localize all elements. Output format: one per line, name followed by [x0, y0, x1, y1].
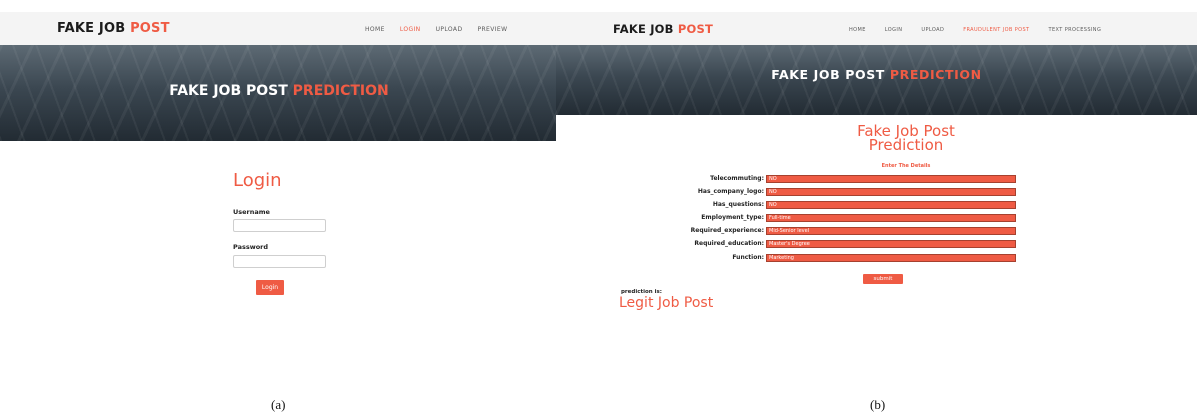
- login-button[interactable]: Login: [256, 280, 284, 295]
- required-experience-select[interactable]: Mid-Senior level: [766, 227, 1016, 235]
- has-questions-label: Has_questions:: [712, 201, 764, 208]
- hero-title-accent: PREDICTION: [292, 83, 389, 99]
- hero-banner: FAKE JOB POST PREDICTION: [0, 45, 558, 141]
- logo-text: FAKE JOB: [613, 22, 674, 36]
- has-questions-select[interactable]: NO: [766, 201, 1016, 209]
- form-row-required-education: Required_education:: [556, 240, 764, 248]
- function-select[interactable]: Marketing: [766, 254, 1016, 262]
- form-row-questions: Has_questions:: [556, 201, 764, 209]
- navbar: FAKE JOB POST HOME LOGIN UPLOAD FRAUDULE…: [556, 12, 1197, 45]
- username-label: Username: [233, 208, 270, 216]
- form-row-required-experience: Required_experience:: [556, 227, 764, 235]
- prediction-title: Fake Job Post Prediction: [756, 124, 1056, 154]
- prediction-page-panel: FAKE JOB POST HOME LOGIN UPLOAD FRAUDULE…: [556, 0, 1197, 395]
- form-row-telecommuting: Telecommuting:: [556, 175, 764, 183]
- has-company-logo-select[interactable]: NO: [766, 188, 1016, 196]
- nav-menu: HOME LOGIN UPLOAD FRAUDULENT JOB POST TE…: [849, 27, 1120, 33]
- hero-banner: FAKE JOB POST PREDICTION: [556, 45, 1197, 115]
- telecommuting-label: Telecommuting:: [710, 175, 764, 182]
- nav-upload[interactable]: UPLOAD: [436, 26, 463, 33]
- submit-button[interactable]: submit: [863, 274, 903, 284]
- logo-accent-text: POST: [130, 21, 170, 36]
- site-logo[interactable]: FAKE JOB POST: [613, 22, 713, 36]
- nav-login[interactable]: LOGIN: [400, 26, 421, 33]
- form-row-employment-type: Employment_type:: [556, 214, 764, 222]
- required-education-select[interactable]: Master's Degree: [766, 240, 1016, 248]
- hero-title-text: FAKE JOB POST: [169, 83, 288, 99]
- password-label: Password: [233, 243, 269, 251]
- nav-preview[interactable]: PREVIEW: [477, 26, 507, 33]
- enter-details-heading: Enter The Details: [881, 163, 931, 169]
- prediction-title-line2: Prediction: [868, 136, 944, 154]
- nav-fraudulent-job-post[interactable]: FRAUDULENT JOB POST: [963, 27, 1029, 33]
- logo-text: FAKE JOB: [57, 21, 126, 36]
- caption-a: (a): [271, 397, 286, 412]
- nav-text-processing[interactable]: TEXT PROCESSING: [1049, 27, 1102, 33]
- caption-b: (b): [870, 397, 886, 412]
- hero-title: FAKE JOB POST PREDICTION: [556, 67, 1197, 82]
- nav-upload[interactable]: UPLOAD: [921, 27, 944, 33]
- username-input[interactable]: [233, 219, 326, 232]
- prediction-result: Legit Job Post: [619, 295, 714, 311]
- hero-title-accent: PREDICTION: [889, 67, 982, 82]
- login-title: Login: [233, 170, 282, 191]
- hero-title: FAKE JOB POST PREDICTION: [0, 83, 558, 99]
- hero-title-text: FAKE JOB POST: [771, 67, 885, 82]
- form-row-company-logo: Has_company_logo:: [556, 188, 764, 196]
- password-input[interactable]: [233, 255, 326, 268]
- nav-home[interactable]: HOME: [365, 26, 385, 33]
- nav-login[interactable]: LOGIN: [885, 27, 903, 33]
- employment-type-select[interactable]: Full-time: [766, 214, 1016, 222]
- logo-accent-text: POST: [677, 22, 713, 36]
- has-company-logo-label: Has_company_logo:: [697, 188, 764, 195]
- navbar: FAKE JOB POST HOME LOGIN UPLOAD PREVIEW: [0, 12, 558, 45]
- required-experience-label: Required_experience:: [690, 227, 764, 234]
- required-education-label: Required_education:: [694, 240, 764, 247]
- site-logo[interactable]: FAKE JOB POST: [57, 21, 170, 36]
- telecommuting-select[interactable]: NO: [766, 175, 1016, 183]
- form-row-function: Function:: [556, 254, 764, 262]
- nav-menu: HOME LOGIN UPLOAD PREVIEW: [365, 26, 522, 33]
- employment-type-label: Employment_type:: [701, 214, 764, 221]
- nav-home[interactable]: HOME: [849, 27, 866, 33]
- function-label: Function:: [732, 254, 764, 261]
- login-page-panel: FAKE JOB POST HOME LOGIN UPLOAD PREVIEW …: [0, 0, 558, 395]
